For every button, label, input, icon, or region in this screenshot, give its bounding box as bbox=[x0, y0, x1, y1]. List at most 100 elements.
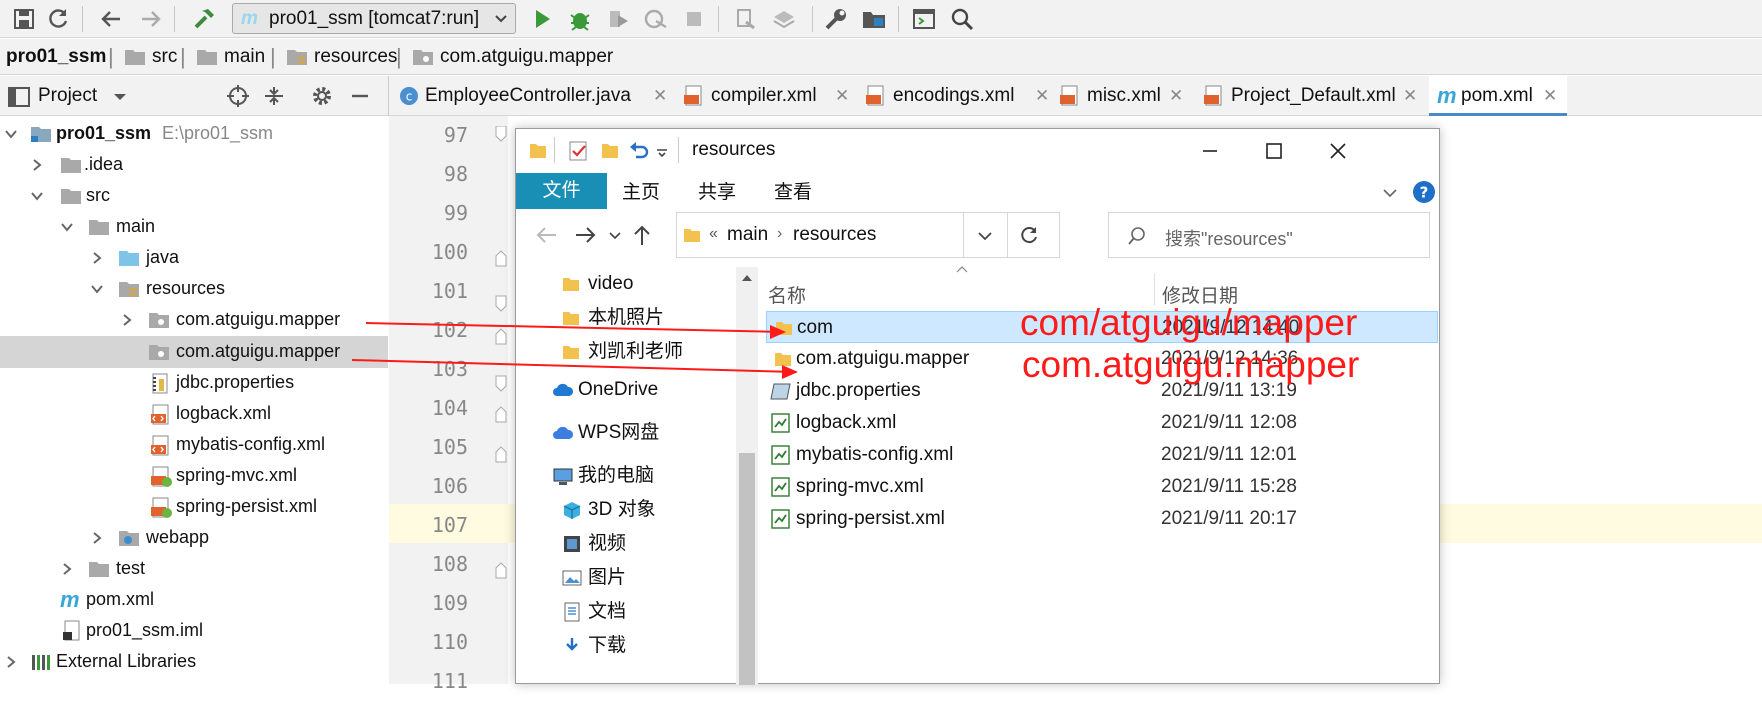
address-bar[interactable]: « main › resources bbox=[676, 212, 1060, 258]
downloads-icon bbox=[566, 638, 578, 651]
undo-icon[interactable] bbox=[628, 139, 650, 161]
address-segment[interactable]: resources bbox=[793, 224, 876, 246]
back-icon[interactable] bbox=[98, 5, 126, 33]
resources-folder-icon bbox=[118, 279, 140, 299]
breadcrumb-item[interactable]: src bbox=[152, 46, 177, 68]
project-panel-title[interactable]: Project bbox=[38, 85, 97, 107]
tree-item[interactable]: spring-mvc.xml bbox=[0, 460, 388, 491]
address-segment[interactable]: main bbox=[727, 224, 768, 246]
properties-checkmark-icon[interactable] bbox=[568, 140, 590, 162]
folder-icon bbox=[775, 353, 791, 366]
close-icon[interactable]: ✕ bbox=[1543, 76, 1557, 116]
scrollbar-thumb[interactable] bbox=[739, 453, 755, 685]
tab-pom-xml-active[interactable]: m pom.xml ✕ bbox=[1429, 76, 1567, 116]
tree-item-selected[interactable]: com.atguigu.mapper bbox=[0, 336, 388, 367]
close-icon[interactable]: ✕ bbox=[653, 76, 667, 116]
terminal-window-icon[interactable] bbox=[910, 5, 938, 33]
tree-item[interactable]: spring-persist.xml bbox=[0, 491, 388, 522]
tab-label: compiler.xml bbox=[711, 85, 817, 106]
chevron-down-icon[interactable] bbox=[656, 145, 668, 157]
annotation-label: com.atguigu.mapper bbox=[1022, 344, 1360, 385]
tree-item[interactable]: pro01_ssm.iml bbox=[0, 615, 388, 646]
file-row[interactable]: mybatis-config.xml 2021/9/11 12:01 bbox=[766, 439, 1438, 471]
close-icon[interactable]: ✕ bbox=[1403, 76, 1417, 116]
build-hammer-icon[interactable] bbox=[190, 5, 218, 33]
close-icon[interactable]: ✕ bbox=[835, 76, 849, 116]
stop-icon[interactable] bbox=[680, 5, 708, 33]
tree-item[interactable]: resources bbox=[0, 273, 388, 304]
maximize-icon[interactable] bbox=[1264, 141, 1284, 161]
profile-icon[interactable] bbox=[642, 5, 670, 33]
ribbon-tab-file[interactable]: 文件 bbox=[516, 173, 607, 209]
run-configuration-select[interactable]: m pro01_ssm [tomcat7:run] bbox=[232, 3, 516, 34]
nav-scrollbar[interactable] bbox=[736, 267, 758, 685]
tree-item[interactable]: m pom.xml bbox=[0, 584, 388, 615]
tree-item[interactable]: External Libraries bbox=[0, 646, 388, 677]
tree-item-label: com.atguigu.mapper bbox=[176, 341, 341, 361]
tree-item[interactable]: java bbox=[0, 242, 388, 273]
minimize-icon[interactable] bbox=[348, 84, 372, 108]
save-icon[interactable] bbox=[10, 5, 38, 33]
chevron-down-icon[interactable] bbox=[1382, 185, 1398, 201]
ribbon-tab-home[interactable]: 主页 bbox=[622, 173, 660, 213]
run-icon[interactable] bbox=[528, 5, 556, 33]
deploy-icon[interactable] bbox=[770, 5, 798, 33]
tree-item[interactable]: logback.xml bbox=[0, 398, 388, 429]
breadcrumb-item[interactable]: resources bbox=[314, 46, 397, 68]
line-number: 97 bbox=[443, 123, 468, 147]
run-coverage-icon[interactable] bbox=[604, 5, 632, 33]
breadcrumb-item[interactable]: pro01_ssm bbox=[6, 46, 106, 68]
folder-icon bbox=[563, 312, 579, 325]
recent-locations-chevron-icon[interactable] bbox=[608, 229, 622, 243]
refresh-icon[interactable] bbox=[1018, 225, 1040, 247]
close-icon[interactable]: ✕ bbox=[1035, 76, 1049, 116]
search-icon[interactable] bbox=[948, 5, 976, 33]
maven-icon: m bbox=[241, 8, 258, 29]
help-icon[interactable]: ? bbox=[1412, 180, 1436, 204]
folder-icon bbox=[124, 48, 146, 66]
nav-item-label: 3D 对象 bbox=[588, 499, 656, 520]
up-arrow-icon[interactable] bbox=[632, 224, 652, 246]
locate-target-icon[interactable] bbox=[226, 84, 250, 108]
settings-wrench-icon[interactable] bbox=[822, 5, 850, 33]
forward-arrow-icon[interactable] bbox=[574, 225, 598, 245]
forward-icon[interactable] bbox=[136, 5, 164, 33]
close-icon[interactable]: ✕ bbox=[1169, 76, 1183, 116]
sync-icon[interactable] bbox=[44, 5, 72, 33]
file-name: spring-mvc.xml bbox=[796, 476, 924, 497]
file-row[interactable]: spring-persist.xml 2021/9/11 20:17 bbox=[766, 503, 1438, 535]
tree-item[interactable]: src bbox=[0, 180, 388, 211]
column-header-name[interactable]: 名称 bbox=[768, 281, 806, 308]
project-structure-icon[interactable] bbox=[860, 5, 888, 33]
tree-item[interactable]: com.atguigu.mapper bbox=[0, 304, 388, 335]
debug-icon[interactable] bbox=[566, 5, 594, 33]
ribbon-tab-share[interactable]: 共享 bbox=[698, 173, 736, 213]
close-icon[interactable] bbox=[1328, 141, 1348, 161]
nav-item-label: 刘凯利老师 bbox=[588, 341, 684, 362]
search-box[interactable]: 搜索"resources" bbox=[1108, 212, 1430, 258]
tree-item-label: com.atguigu.mapper bbox=[176, 309, 341, 329]
attach-debugger-icon[interactable] bbox=[732, 5, 760, 33]
scroll-up-icon[interactable] bbox=[741, 273, 753, 283]
breadcrumb-item[interactable]: com.atguigu.mapper bbox=[440, 46, 613, 68]
file-row[interactable]: logback.xml 2021/9/11 12:08 bbox=[766, 407, 1438, 439]
breadcrumb-item[interactable]: main bbox=[224, 46, 265, 68]
file-name: jdbc.properties bbox=[796, 380, 921, 401]
tree-item[interactable]: mybatis-config.xml bbox=[0, 429, 388, 460]
tree-item[interactable]: main bbox=[0, 211, 388, 242]
svg-text:?: ? bbox=[1420, 184, 1429, 202]
gear-icon[interactable] bbox=[310, 84, 334, 108]
minimize-icon[interactable] bbox=[1200, 141, 1220, 161]
new-folder-icon[interactable] bbox=[600, 141, 620, 161]
tree-item[interactable]: jdbc.properties bbox=[0, 367, 388, 398]
tree-item[interactable]: .idea bbox=[0, 149, 388, 180]
file-row[interactable]: spring-mvc.xml 2021/9/11 15:28 bbox=[766, 471, 1438, 503]
chevron-down-icon[interactable] bbox=[112, 84, 128, 108]
collapse-all-icon[interactable] bbox=[262, 84, 286, 108]
line-number: 98 bbox=[443, 162, 468, 186]
chevron-down-icon[interactable] bbox=[977, 228, 993, 244]
tree-item[interactable]: webapp bbox=[0, 522, 388, 553]
tree-item[interactable]: test bbox=[0, 553, 388, 584]
ribbon-tab-view[interactable]: 查看 bbox=[774, 173, 812, 213]
back-arrow-icon[interactable] bbox=[534, 225, 558, 245]
